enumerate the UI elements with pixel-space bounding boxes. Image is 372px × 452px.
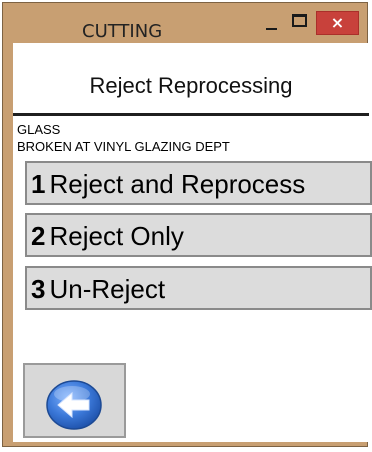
window-title: CUTTING <box>82 21 163 42</box>
maximize-button[interactable] <box>286 11 314 35</box>
back-arrow-icon <box>46 380 102 430</box>
minimize-button[interactable] <box>259 11 285 35</box>
minimize-icon <box>266 28 277 30</box>
close-icon: × <box>330 13 345 32</box>
info-line-1: GLASS <box>17 122 61 137</box>
option-number: 1 <box>31 169 46 199</box>
option-label: Reject Only <box>49 221 184 251</box>
info-text: GLASS BROKEN AT VINYL GLAZING DEPT <box>17 121 230 155</box>
title-bar[interactable]: CUTTING × <box>3 3 367 43</box>
option-un-reject-button[interactable]: 3 Un-Reject <box>25 266 372 310</box>
info-line-2: BROKEN AT VINYL GLAZING DEPT <box>17 139 230 154</box>
option-label: Reject and Reprocess <box>49 169 306 199</box>
header-panel: Reject Reprocessing <box>13 43 369 116</box>
app-window: CUTTING × Reject Reprocessing GLASS BROK… <box>2 2 372 447</box>
client-area: Reject Reprocessing GLASS BROKEN AT VINY… <box>13 43 372 442</box>
maximize-icon <box>292 14 307 27</box>
option-number: 3 <box>31 274 46 304</box>
close-button[interactable]: × <box>316 11 359 35</box>
option-reject-and-reprocess-button[interactable]: 1 Reject and Reprocess <box>25 161 372 205</box>
option-label: Un-Reject <box>49 274 166 304</box>
option-number: 2 <box>31 221 46 251</box>
page-title: Reject Reprocessing <box>89 73 293 98</box>
back-button[interactable] <box>23 363 126 438</box>
option-reject-only-button[interactable]: 2 Reject Only <box>25 213 372 257</box>
